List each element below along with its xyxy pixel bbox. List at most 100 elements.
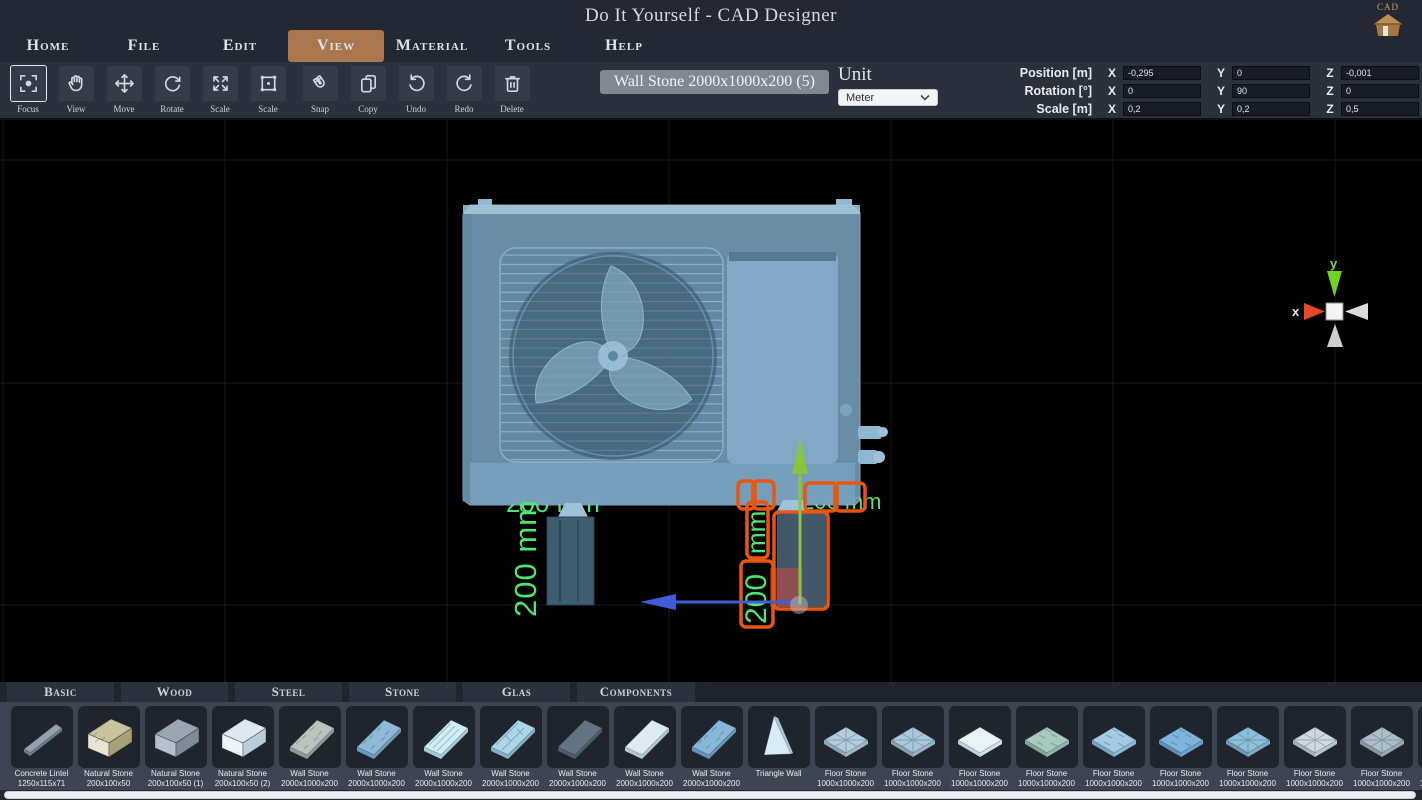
material-item-wall-stone-2000x1000x200[interactable]: Wall Stone2000x1000x200 [477, 702, 544, 790]
material-item-floor-stone-1000x1000x200[interactable]: Floor Stone1000x1000x200 [1214, 702, 1281, 790]
material-label: Floor Stone1000x1000x200 [1085, 769, 1142, 790]
scale-x-input[interactable] [1123, 102, 1201, 116]
rotation-y-input[interactable] [1232, 84, 1310, 98]
app-title: Do It Yourself - CAD Designer [0, 5, 1422, 27]
tab-steel[interactable]: Steel [235, 682, 342, 702]
toolbar-button-redo[interactable]: Redo [440, 66, 488, 114]
tab-basic[interactable]: Basic [7, 682, 114, 702]
rotation-x-input[interactable] [1123, 84, 1201, 98]
toolbar-button-rotate[interactable]: Rotate [148, 66, 196, 114]
material-label: Wall Stone2000x1000x200 [549, 769, 606, 790]
menu-item-home[interactable]: Home [0, 30, 96, 62]
trash-icon [501, 72, 524, 95]
material-item-triangle-wall[interactable]: Triangle Wall [745, 702, 812, 790]
material-item-floor-stone-1000x1000x200[interactable]: Floor Stone1000x1000x200 [812, 702, 879, 790]
rotation-z-input[interactable] [1341, 84, 1419, 98]
undo-icon [405, 72, 428, 95]
gizmo-x-cone[interactable] [1304, 303, 1325, 320]
material-thumbnail [885, 709, 941, 765]
toolbar-button-focus[interactable]: Focus [4, 66, 52, 114]
scale-row: Scale [m]X Y Z [1004, 101, 1419, 116]
position-x-label: X [1106, 66, 1118, 80]
material-label: Wall Stone2000x1000x200 [683, 769, 740, 790]
material-item-wall-stone-2000x1000x200[interactable]: Wall Stone2000x1000x200 [410, 702, 477, 790]
menu-item-view[interactable]: View [288, 30, 384, 62]
material-item-wall-stone-2000x1000x200[interactable]: Wall Stone2000x1000x200 [343, 702, 410, 790]
toolbar-button-snap[interactable]: Snap [296, 66, 344, 114]
toolbar-button-view[interactable]: View [52, 66, 100, 114]
top-bar: Do It Yourself - CAD Designer HomeFileEd… [0, 0, 1422, 62]
toolbar-button-move[interactable]: Move [100, 66, 148, 114]
position-label: Position [m] [1004, 66, 1092, 80]
material-item-floor-stone-1000x1000x200[interactable]: Floor Stone1000x1000x200 [1281, 702, 1348, 790]
position-z-input[interactable] [1341, 66, 1419, 80]
position-z-label: Z [1324, 66, 1336, 80]
selected-stone[interactable] [770, 500, 826, 607]
material-item-natural-stone-200x100x50[interactable]: Natural Stone200x100x50 [75, 702, 142, 790]
material-item-wall-stone-2000x1000x200[interactable]: Wall Stone2000x1000x200 [276, 702, 343, 790]
position-y-input[interactable] [1232, 66, 1310, 80]
gizmo-center-cube[interactable] [1326, 303, 1343, 320]
magnet-icon [309, 72, 332, 95]
material-thumbnail [952, 709, 1008, 765]
scale-x-label: X [1106, 102, 1118, 116]
viewport-3d[interactable]: 200 mm 200 mm [0, 120, 1422, 682]
material-item-wall-stone-2000x1000x200[interactable]: Wall Stone2000x1000x200 [611, 702, 678, 790]
material-label: Concrete Lintel1250x115x71 [15, 769, 69, 790]
material-item-natural-stone-200x100x50-1-[interactable]: Natural Stone200x100x50 (1) [142, 702, 209, 790]
scale-z-input[interactable] [1341, 102, 1419, 116]
unit-select[interactable]: Meter [838, 89, 938, 106]
position-x-input[interactable] [1123, 66, 1201, 80]
material-thumbnail [751, 709, 807, 765]
scale-y-input[interactable] [1232, 102, 1310, 116]
material-thumbnail [617, 709, 673, 765]
material-label: Wall Stone2000x1000x200 [616, 769, 673, 790]
gizmo-neg-y-cone[interactable] [1327, 324, 1343, 347]
redo-icon [453, 72, 476, 95]
position-row: Position [m]X Y Z [1004, 65, 1419, 80]
gizmo-origin-handle[interactable] [790, 596, 808, 614]
material-item-natural-stone-200x100x50-2-[interactable]: Natural Stone200x100x50 (2) [209, 702, 276, 790]
orientation-gizmo[interactable]: y x [1292, 256, 1368, 347]
material-label: Wall Stone2000x1000x200 [415, 769, 472, 790]
material-item-floor-stone-1000x1000x200[interactable]: Floor Stone1000x1000x200 [1147, 702, 1214, 790]
dimension-label-selection-200: 200 [740, 574, 773, 624]
logo-text: CAD [1377, 2, 1399, 12]
material-item-floor-stone-1000x1000x200[interactable]: Floor Stone1000x1000x200 [1080, 702, 1147, 790]
left-foot-stone[interactable] [547, 503, 594, 605]
material-label: Wall Stone2000x1000x200 [482, 769, 539, 790]
rotation-row: Rotation [°]X Y Z [1004, 83, 1419, 98]
menu-item-edit[interactable]: Edit [192, 30, 288, 62]
gizmo-neg-x-cone[interactable] [1345, 303, 1368, 320]
tab-wood[interactable]: Wood [121, 682, 228, 702]
toolbar-button-undo[interactable]: Undo [392, 66, 440, 114]
material-item-wall-stone-2000x1000x200[interactable]: Wall Stone2000x1000x200 [678, 702, 745, 790]
toolbar-button-delete[interactable]: Delete [488, 66, 536, 114]
material-label: Natural Stone200x100x50 [84, 769, 133, 790]
tab-glas[interactable]: Glas [463, 682, 570, 702]
tab-components[interactable]: Components [577, 682, 695, 702]
toolbar-button-scale[interactable]: Scale [196, 66, 244, 114]
menu-item-material[interactable]: Material [384, 30, 480, 62]
scrollbar-thumb[interactable] [4, 791, 1416, 799]
material-thumbnail [1287, 709, 1343, 765]
material-item-wall-stone-2000x1000x200[interactable]: Wall Stone2000x1000x200 [544, 702, 611, 790]
material-item-concrete-lintel-1250x115x71[interactable]: Concrete Lintel1250x115x71 [8, 702, 75, 790]
menu-item-help[interactable]: Help [576, 30, 672, 62]
material-item-floor-stone-1000x1000x200[interactable]: Floor Stone1000x1000x200 [1348, 702, 1415, 790]
toolbar-button-copy[interactable]: Copy [344, 66, 392, 114]
horizontal-scrollbar[interactable] [0, 790, 1422, 800]
gizmo-y-cone[interactable] [1327, 271, 1342, 297]
scale-rect-icon [257, 72, 280, 95]
material-item-floor-stone-1000x1000x200[interactable]: Floor Stone1000x1000x200 [946, 702, 1013, 790]
toolbar-button-scale[interactable]: Scale [244, 66, 292, 114]
menu-item-tools[interactable]: Tools [480, 30, 576, 62]
x-axis-arrow[interactable] [640, 594, 676, 610]
tool-buttons: FocusViewMoveRotateScaleScaleSnapCopyUnd… [4, 66, 536, 114]
tab-stone[interactable]: Stone [349, 682, 456, 702]
material-item-floor-stone-1000x1000x200[interactable]: Floor Stone1000x1000x200 [879, 702, 946, 790]
material-item-floor-stone-1000x1000x200[interactable]: Floor Stone1000x1000x200 [1013, 702, 1080, 790]
menu-item-file[interactable]: File [96, 30, 192, 62]
material-item-floor-stone-1000x1000x200[interactable]: Floor Stone1000x1000x200 [1415, 702, 1422, 790]
ac-unit-model[interactable] [463, 199, 888, 505]
